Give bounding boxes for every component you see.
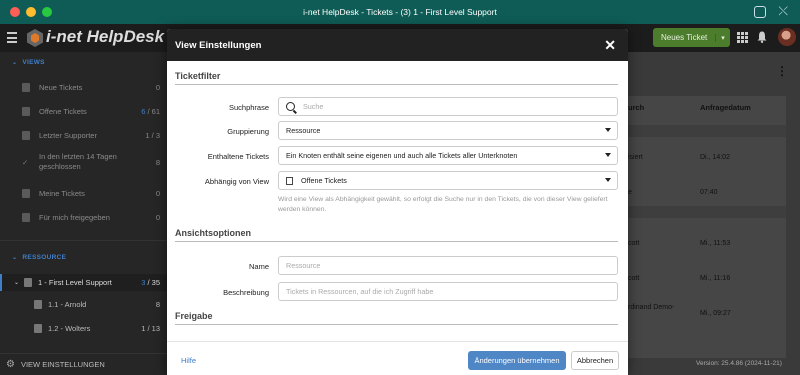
chevron-down-icon[interactable]: ⌄	[14, 279, 19, 286]
table-row[interactable]: cott Mi., 11:16	[628, 275, 786, 282]
view-settings-footer[interactable]: ⚙ VIEW EINSTELLUNGEN	[0, 353, 167, 375]
gear-icon: ⚙	[6, 359, 15, 370]
column-header-date[interactable]: Anfragedatum	[700, 103, 751, 112]
dialog-body: Ticketfilter Suchphrase Suche Gruppierun…	[167, 61, 628, 375]
window-controls	[10, 7, 52, 17]
new-ticket-button[interactable]: Neues Ticket ▾	[653, 28, 730, 47]
maximize-window-button[interactable]	[42, 7, 52, 17]
apply-changes-button[interactable]: Änderungen übernehmen	[468, 351, 566, 370]
sidebar-item-my-tickets[interactable]: Meine Tickets 0	[0, 186, 167, 200]
search-input[interactable]: Suche	[278, 97, 618, 116]
group-row	[628, 125, 786, 137]
new-ticket-label: Neues Ticket	[661, 33, 708, 42]
caret-down-icon	[605, 153, 611, 157]
view-options-section-title: Ansichtsoptionen	[175, 228, 618, 242]
close-dialog-button[interactable]: ✕	[604, 37, 616, 54]
more-options-icon[interactable]: ⋮	[776, 64, 788, 78]
table-row[interactable]: rdinand Demo- Mi., 09:27	[628, 304, 786, 317]
dialog-footer: Hilfe Änderungen übernehmen Abbrechen	[167, 341, 628, 375]
list-icon	[22, 130, 30, 140]
sidebar-item-arnold[interactable]: 1.1 - Arnold 8	[0, 297, 167, 311]
user-avatar[interactable]	[778, 28, 796, 46]
share-icon[interactable]	[754, 6, 766, 18]
check-icon: ✓	[22, 157, 29, 167]
search-icon	[286, 102, 295, 111]
name-label: Name	[248, 262, 269, 271]
list-icon	[22, 212, 30, 222]
sidebar-divider	[0, 240, 167, 241]
table-row[interactable]: isiert Di., 14:02	[628, 154, 786, 161]
column-header-by[interactable]: urch	[628, 103, 644, 112]
sidebar-item-first-level-support[interactable]: ⌄ 1 - First Level Support 3 / 35	[0, 274, 167, 291]
contained-tickets-select[interactable]: Ein Knoten enthält seine eigenen und auc…	[278, 146, 618, 165]
bell-icon[interactable]	[757, 31, 767, 43]
caret-down-icon	[605, 178, 611, 182]
apps-grid-icon[interactable]	[737, 32, 748, 43]
contained-tickets-label: Enthaltene Tickets	[207, 152, 269, 161]
version-label: Version: 25.4.86 (2024-11-21)	[696, 360, 782, 367]
sidebar-item-shared-with-me[interactable]: Für mich freigegeben 0	[0, 210, 167, 224]
cancel-button[interactable]: Abbrechen	[571, 351, 619, 370]
minimize-window-button[interactable]	[26, 7, 36, 17]
grouping-label: Gruppierung	[227, 127, 269, 136]
chevron-down-icon[interactable]: ▾	[715, 33, 730, 42]
app-logo-text: i-net HelpDesk	[46, 27, 165, 46]
description-label: Beschreibung	[223, 288, 269, 297]
dialog-title: View Einstellungen	[175, 39, 262, 51]
view-settings-dialog: View Einstellungen ✕ Ticketfilter Suchph…	[167, 29, 628, 375]
help-link[interactable]: Hilfe	[181, 356, 196, 365]
list-icon	[22, 188, 30, 198]
user-icon	[34, 323, 42, 333]
sidebar: ⌄ VIEWS Neue Tickets 0 Offene Tickets 6 /…	[0, 52, 167, 375]
logo-icon	[27, 29, 43, 47]
grouping-select[interactable]: Ressource	[278, 121, 618, 140]
description-input[interactable]: Tickets in Ressourcen, auf die ich Zugri…	[278, 282, 618, 301]
search-phrase-label: Suchphrase	[228, 103, 269, 112]
list-icon	[286, 176, 293, 185]
ticketfilter-section-title: Ticketfilter	[175, 71, 618, 85]
sidebar-item-wolters[interactable]: 1.2 - Wolters 1 / 13	[0, 321, 167, 335]
group-row	[628, 206, 786, 218]
close-window-button[interactable]	[10, 7, 20, 17]
depends-on-view-select[interactable]: Offene Tickets	[278, 171, 618, 190]
ticket-table: urch Anfragedatum	[628, 96, 786, 358]
sidebar-item-new-tickets[interactable]: Neue Tickets 0	[0, 80, 167, 94]
sidebar-item-open-tickets[interactable]: Offene Tickets 6 / 61	[0, 104, 167, 118]
sidebar-item-closed-14-days[interactable]: ✓ In den letzten 14 Tagen geschlossen 8	[0, 150, 167, 174]
resource-section-header[interactable]: ⌄ RESSOURCE	[12, 254, 66, 261]
depends-on-view-label: Abhängig von View	[204, 177, 269, 186]
name-input[interactable]: Ressource	[278, 256, 618, 275]
group-icon	[24, 278, 33, 287]
caret-down-icon	[605, 128, 611, 132]
close-icon[interactable]: ⤬	[778, 4, 788, 19]
depends-hint-text: Wird eine View als Abhängigkeit gewählt,…	[278, 196, 608, 213]
share-section-title: Freigabe	[175, 311, 618, 325]
list-icon	[22, 82, 30, 92]
list-icon	[22, 106, 30, 116]
menu-icon[interactable]	[7, 32, 17, 46]
views-section-header[interactable]: ⌄ VIEWS	[12, 59, 45, 66]
sidebar-item-last-supporter[interactable]: Letzter Supporter 1 / 3	[0, 128, 167, 142]
window-title: i-net HelpDesk - Tickets - (3) 1 - First…	[303, 7, 497, 17]
user-icon	[34, 299, 42, 309]
table-row[interactable]: e 07:40	[628, 189, 786, 196]
window-titlebar: i-net HelpDesk - Tickets - (3) 1 - First…	[0, 0, 800, 24]
table-row[interactable]: cott Mi., 11:53	[628, 240, 786, 247]
dialog-header: View Einstellungen ✕	[167, 29, 628, 61]
